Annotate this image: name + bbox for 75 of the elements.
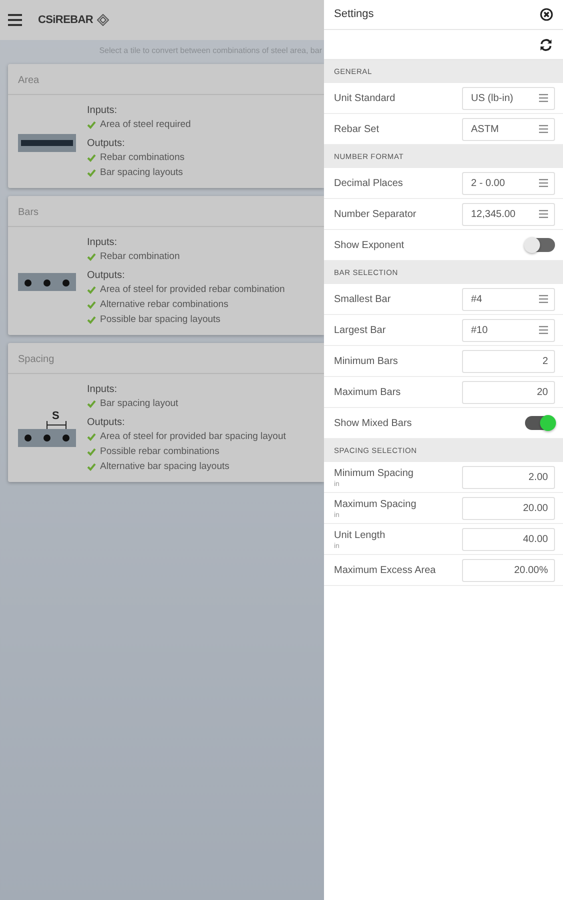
select-value: #10 xyxy=(471,324,488,338)
refresh-icon[interactable] xyxy=(539,38,553,52)
list-item-text: Rebar combinations xyxy=(100,151,184,165)
list-icon xyxy=(539,94,548,102)
list-icon xyxy=(539,326,548,334)
number-field[interactable]: 40.00 xyxy=(462,528,555,550)
section-label: Inputs: xyxy=(87,384,118,396)
setting-label: Unit Length xyxy=(334,528,386,542)
select-value: #4 xyxy=(471,292,482,306)
tile-card[interactable]: Spacing S Inputs: Bar spacing layout Outputs: Area of steel for provided bar spacing layout Possible rebar combinations Alternative bar spacing layouts xyxy=(8,343,324,482)
tile-title: Spacing xyxy=(8,343,324,374)
number-field[interactable]: 2.00 xyxy=(462,466,555,488)
section-label: Outputs: xyxy=(87,270,126,282)
setting-label: Number Separator xyxy=(334,208,416,222)
menu-icon[interactable] xyxy=(8,14,22,26)
list-item-text: Possible rebar combinations xyxy=(100,445,220,459)
select-value: 12,345.00 xyxy=(471,208,516,222)
setting-label: Maximum Bars xyxy=(334,386,401,400)
check-icon xyxy=(87,120,96,128)
toggle-switch[interactable] xyxy=(525,238,555,252)
setting-label: Smallest Bar xyxy=(334,292,391,306)
list-icon xyxy=(539,179,548,187)
section-label: Inputs: xyxy=(87,105,118,117)
select-field[interactable]: #10 xyxy=(462,318,555,342)
tile-title: Area xyxy=(8,64,324,95)
setting-label: Rebar Set xyxy=(334,122,380,136)
tile-title: Bars xyxy=(8,196,324,227)
setting-label: Largest Bar xyxy=(334,324,386,338)
number-field[interactable]: 20.00 xyxy=(462,496,555,520)
setting-label: Show Exponent xyxy=(334,238,404,252)
select-value: 2 - 0.00 xyxy=(471,176,505,190)
select-field[interactable]: 2 - 0.00 xyxy=(462,172,555,194)
check-icon xyxy=(87,400,96,408)
list-item-text: Bar spacing layouts xyxy=(100,166,183,180)
panel-title: Settings xyxy=(334,7,374,22)
section-label: Outputs: xyxy=(87,417,126,429)
diamond-logo-icon xyxy=(97,14,110,26)
select-field[interactable]: #4 xyxy=(462,288,555,310)
number-field[interactable]: 20 xyxy=(462,380,555,404)
tile-card[interactable]: Bars Inputs: Rebar combination Outputs: Area of steel for provided rebar combination Alternative rebar combinations Possible bar spacing layouts xyxy=(8,196,324,335)
app-logo: CSiREBAR xyxy=(38,12,94,28)
list-item-text: Possible bar spacing layouts xyxy=(100,313,220,327)
select-value: ASTM xyxy=(471,122,499,136)
list-item-text: Area of steel for provided bar spacing layout xyxy=(100,430,286,444)
list-item-text: Area of steel for provided rebar combination xyxy=(100,283,285,297)
select-value: US (lb-in) xyxy=(471,92,514,106)
list-item-text: Bar spacing layout xyxy=(100,397,178,411)
list-icon xyxy=(539,210,548,218)
number-field[interactable]: 2 xyxy=(462,350,555,372)
setting-label: Unit Standard xyxy=(334,92,396,106)
area-section-icon xyxy=(18,134,76,152)
number-field[interactable]: 20.00% xyxy=(462,558,555,582)
setting-label: Maximum Excess Area xyxy=(334,564,436,578)
spacing-symbol: S xyxy=(52,409,60,424)
check-icon xyxy=(87,252,96,260)
list-icon xyxy=(539,295,548,303)
setting-label: Minimum Spacing xyxy=(334,466,414,480)
setting-label: Minimum Bars xyxy=(334,354,398,368)
list-item-text: Alternative bar spacing layouts xyxy=(100,460,230,474)
setting-label: Maximum Spacing xyxy=(334,498,416,512)
list-icon xyxy=(539,125,548,133)
bars-section-icon xyxy=(18,273,76,291)
toggle-switch[interactable] xyxy=(525,416,555,430)
tile-card[interactable]: Area Inputs: Area of steel required Outputs: Rebar combinations Bar spacing layouts xyxy=(8,64,324,188)
select-field[interactable]: ASTM xyxy=(462,118,555,140)
setting-label: Show Mixed Bars xyxy=(334,416,412,430)
section-label: Outputs: xyxy=(87,138,126,150)
section-label: Inputs: xyxy=(87,237,118,249)
close-icon[interactable] xyxy=(540,8,553,21)
select-field[interactable]: 12,345.00 xyxy=(462,202,555,226)
setting-label: Decimal Places xyxy=(334,176,403,190)
list-item-text: Rebar combination xyxy=(100,250,180,264)
select-field[interactable]: US (lb-in) xyxy=(462,86,555,110)
list-item-text: Area of steel required xyxy=(100,118,191,132)
list-item-text: Alternative rebar combinations xyxy=(100,298,228,312)
